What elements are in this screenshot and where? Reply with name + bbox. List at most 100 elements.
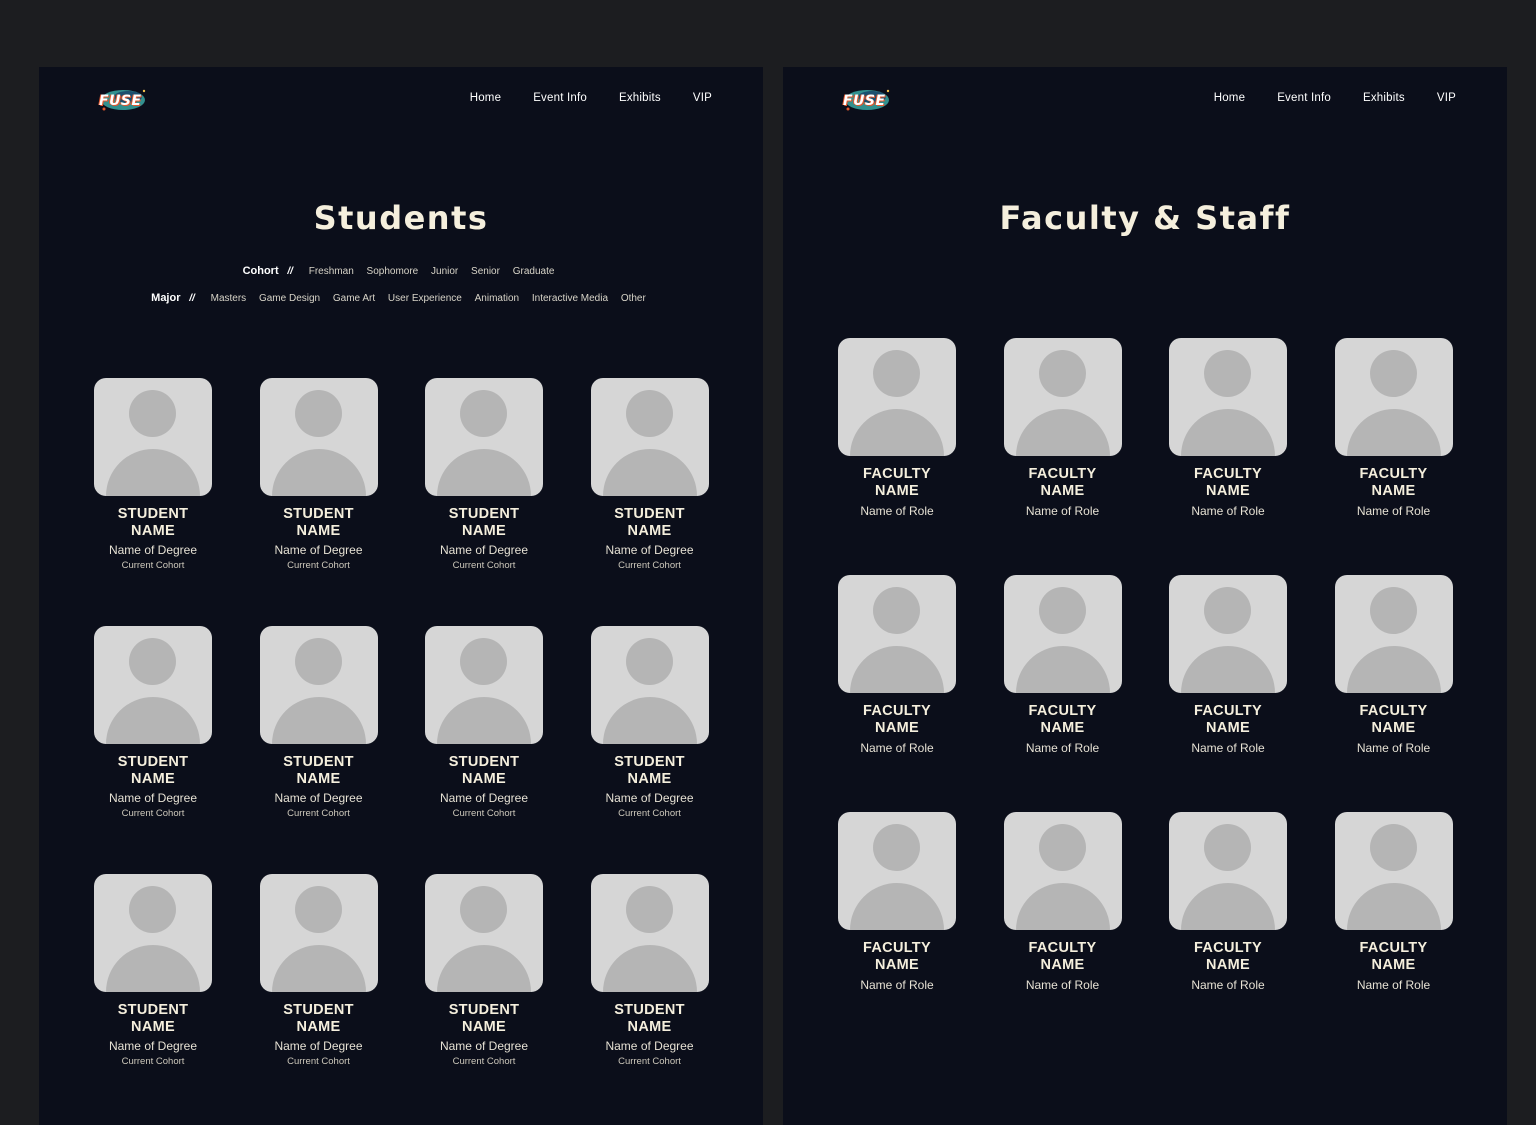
faculty-card[interactable]: FACULTY NAME Name of Role [1334, 812, 1453, 992]
student-card[interactable]: STUDENT NAME Name of Degree Current Cohort [94, 874, 212, 1067]
profile-photo-placeholder[interactable] [590, 378, 709, 496]
nav-event-info[interactable]: Event Info [533, 92, 587, 104]
cohort-option-freshman[interactable]: Freshman [309, 266, 354, 277]
faculty-role: Name of Role [1025, 978, 1100, 992]
major-option-other[interactable]: Other [621, 293, 646, 304]
student-card[interactable]: STUDENT NAME Name of Degree Current Cohort [590, 874, 709, 1067]
faculty-name: FACULTY NAME [1169, 703, 1287, 737]
faculty-name-line1: FACULTY [1028, 940, 1097, 956]
profile-photo-placeholder[interactable] [590, 626, 709, 744]
student-card[interactable]: STUDENT NAME Name of Degree Current Cohort [425, 378, 543, 571]
faculty-card[interactable]: FACULTY NAME Name of Role [1003, 812, 1122, 992]
profile-photo-placeholder[interactable] [590, 874, 709, 992]
faculty-card[interactable]: FACULTY NAME Name of Role [1169, 575, 1287, 755]
student-name: STUDENT NAME [425, 754, 543, 788]
major-option-interactive-media[interactable]: Interactive Media [532, 293, 608, 304]
profile-photo-placeholder[interactable] [425, 378, 543, 496]
student-degree: Name of Degree [274, 1039, 363, 1053]
avatar-body-icon [271, 697, 366, 744]
faculty-name-line1: FACULTY [863, 703, 931, 719]
profile-photo-placeholder[interactable] [1334, 338, 1453, 456]
faculty-role: Name of Role [860, 978, 934, 992]
cohort-option-sophomore[interactable]: Sophomore [367, 266, 419, 277]
profile-photo-placeholder[interactable] [259, 378, 378, 496]
page-title: Students [313, 199, 489, 237]
profile-photo-placeholder[interactable] [838, 812, 956, 930]
cohort-option-graduate[interactable]: Graduate [513, 266, 555, 277]
student-name-line1: STUDENT [283, 1002, 354, 1018]
faculty-name-line1: FACULTY [1194, 466, 1262, 482]
student-card[interactable]: STUDENT NAME Name of Degree Current Cohort [94, 378, 212, 571]
avatar-body-icon [1181, 646, 1275, 693]
student-degree: Name of Degree [439, 543, 529, 557]
fuse-logo[interactable]: FUSE [840, 83, 894, 117]
student-degree: Name of Degree [605, 1039, 694, 1053]
student-card[interactable]: STUDENT NAME Name of Degree Current Cohort [259, 874, 378, 1067]
fuse-logo[interactable]: FUSE [96, 83, 150, 117]
profile-photo-placeholder[interactable] [259, 874, 378, 992]
nav-event-info[interactable]: Event Info [1277, 92, 1331, 104]
avatar-body-icon [850, 646, 944, 693]
faculty-card[interactable]: FACULTY NAME Name of Role [1334, 338, 1453, 518]
profile-photo-placeholder[interactable] [1003, 812, 1122, 930]
profile-photo-placeholder[interactable] [94, 626, 212, 744]
student-card[interactable]: STUDENT NAME Name of Degree Current Cohort [259, 378, 378, 571]
student-name-line1: STUDENT [614, 506, 685, 522]
faculty-card[interactable]: FACULTY NAME Name of Role [1169, 338, 1287, 518]
faculty-card[interactable]: FACULTY NAME Name of Role [838, 338, 956, 518]
profile-photo-placeholder[interactable] [1169, 338, 1287, 456]
major-option-game-art[interactable]: Game Art [333, 293, 375, 304]
student-name-line1: STUDENT [614, 754, 685, 770]
student-card[interactable]: STUDENT NAME Name of Degree Current Cohort [259, 626, 378, 819]
faculty-card[interactable]: FACULTY NAME Name of Role [1003, 338, 1122, 518]
major-option-user-experience[interactable]: User Experience [388, 293, 462, 304]
student-degree: Name of Degree [108, 791, 198, 805]
student-card[interactable]: STUDENT NAME Name of Degree Current Cohort [94, 626, 212, 819]
nav-exhibits[interactable]: Exhibits [1363, 92, 1405, 104]
faculty-name-line1: FACULTY [863, 466, 931, 482]
faculty-role: Name of Role [1356, 741, 1431, 755]
cohort-option-senior[interactable]: Senior [471, 266, 500, 277]
student-degree: Name of Degree [439, 791, 529, 805]
student-card[interactable]: STUDENT NAME Name of Degree Current Cohort [590, 378, 709, 571]
faculty-card[interactable]: FACULTY NAME Name of Role [1003, 575, 1122, 755]
student-card[interactable]: STUDENT NAME Name of Degree Current Cohort [590, 626, 709, 819]
nav-home[interactable]: Home [470, 92, 501, 104]
profile-photo-placeholder[interactable] [425, 626, 543, 744]
cohort-option-junior[interactable]: Junior [431, 266, 458, 277]
profile-photo-placeholder[interactable] [94, 874, 212, 992]
nav-vip[interactable]: VIP [693, 92, 712, 104]
nav-vip[interactable]: VIP [1437, 92, 1456, 104]
faculty-card[interactable]: FACULTY NAME Name of Role [838, 812, 956, 992]
avatar-body-icon [1181, 883, 1275, 930]
profile-photo-placeholder[interactable] [1334, 812, 1453, 930]
profile-photo-placeholder[interactable] [425, 874, 543, 992]
student-card[interactable]: STUDENT NAME Name of Degree Current Cohort [425, 874, 543, 1067]
avatar-head-icon [873, 350, 920, 397]
student-name-line2: NAME [296, 771, 341, 787]
profile-photo-placeholder[interactable] [1003, 338, 1122, 456]
student-card[interactable]: STUDENT NAME Name of Degree Current Cohort [425, 626, 543, 819]
faculty-page-panel: FUSE Home Event Info Exhibits VIP Facult… [783, 67, 1507, 1125]
student-name: STUDENT NAME [260, 506, 378, 540]
avatar-head-icon [294, 390, 342, 437]
profile-photo-placeholder[interactable] [1169, 575, 1287, 693]
nav-home[interactable]: Home [1214, 92, 1245, 104]
profile-photo-placeholder[interactable] [1169, 812, 1287, 930]
faculty-name: FACULTY NAME [1169, 466, 1287, 500]
major-option-game-design[interactable]: Game Design [259, 293, 320, 304]
major-option-animation[interactable]: Animation [475, 293, 519, 304]
profile-photo-placeholder[interactable] [259, 626, 378, 744]
faculty-card[interactable]: FACULTY NAME Name of Role [1334, 575, 1453, 755]
main-nav: Home Event Info Exhibits VIP [470, 92, 712, 104]
profile-photo-placeholder[interactable] [94, 378, 212, 496]
nav-exhibits[interactable]: Exhibits [619, 92, 661, 104]
faculty-card[interactable]: FACULTY NAME Name of Role [1169, 812, 1287, 992]
faculty-card[interactable]: FACULTY NAME Name of Role [838, 575, 956, 755]
profile-photo-placeholder[interactable] [838, 575, 956, 693]
profile-photo-placeholder[interactable] [838, 338, 956, 456]
profile-photo-placeholder[interactable] [1334, 575, 1453, 693]
student-name-line2: NAME [296, 1019, 341, 1035]
profile-photo-placeholder[interactable] [1003, 575, 1122, 693]
major-option-masters[interactable]: Masters [211, 293, 247, 304]
